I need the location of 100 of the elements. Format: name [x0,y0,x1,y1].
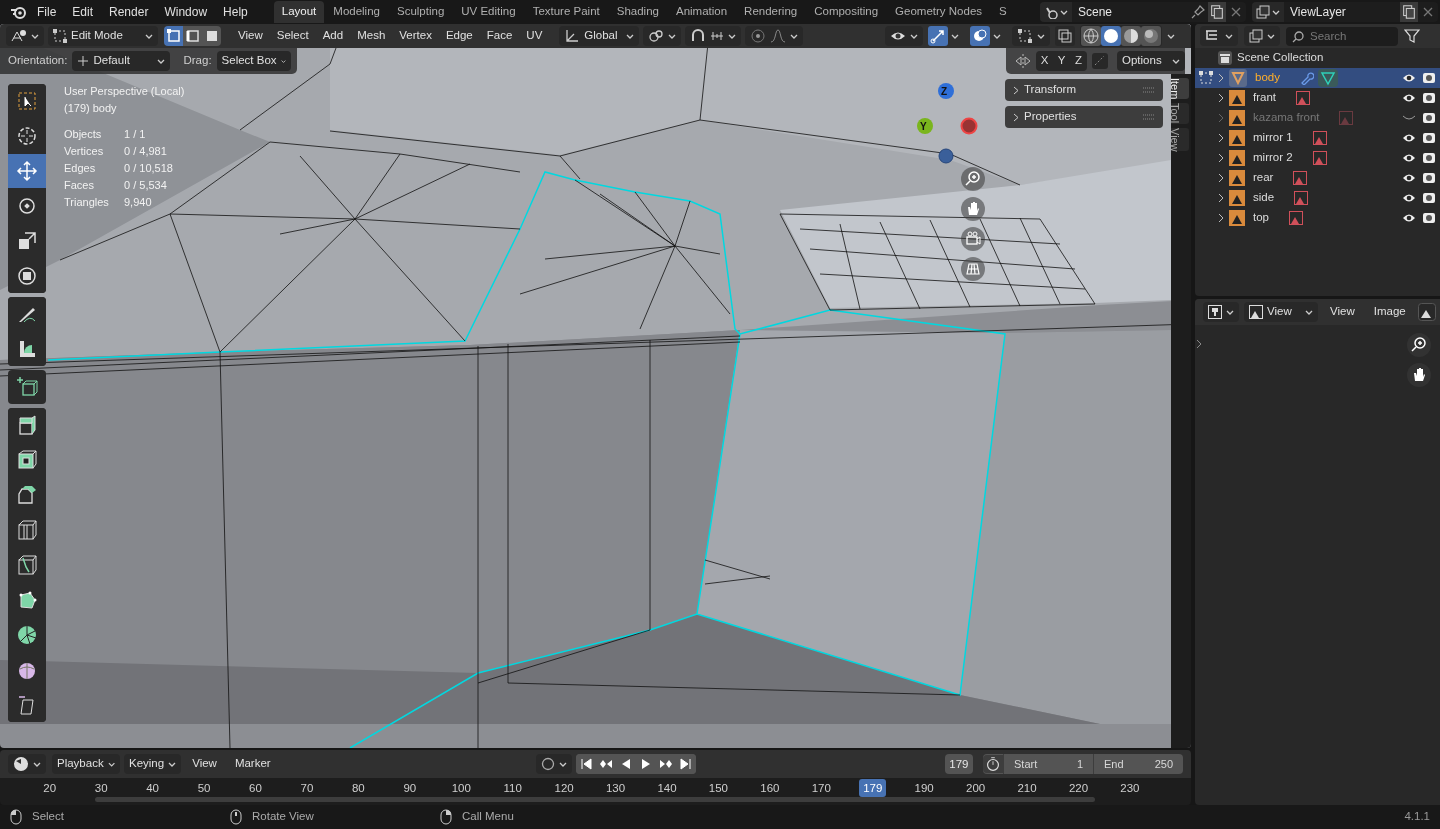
editor-type-button[interactable] [8,754,46,774]
menu-item[interactable]: View [231,26,270,46]
editor-type-button[interactable] [1200,26,1238,46]
workspace-tab[interactable]: Layout [273,1,325,23]
panel-header[interactable]: Transform [1005,79,1163,101]
menu-item[interactable]: Edge [438,26,480,46]
zoom-icon[interactable] [1406,333,1431,357]
menu-dropdown[interactable]: Playback [52,754,120,774]
start-frame-field[interactable]: Start 1 [1003,754,1093,774]
menu-item[interactable]: Mesh [350,26,393,46]
mode-dropdown[interactable]: Edit Mode [48,26,158,46]
wrench-icon[interactable] [1299,71,1314,85]
menu-item[interactable]: File [29,1,65,23]
overlays-icon[interactable] [970,26,990,46]
outliner-row[interactable]: mirror 2 [1195,148,1440,168]
eye-icon[interactable] [1401,72,1416,84]
side-tab[interactable]: View [1171,127,1189,152]
current-frame-field[interactable]: 179 [944,754,973,774]
display-mode-dropdown[interactable] [1244,26,1280,46]
select-mode-button[interactable] [183,26,202,46]
menu-item[interactable]: Edit [64,1,102,23]
axis-x-handle[interactable] [960,117,978,135]
edit-mode-icon[interactable] [1199,71,1213,85]
orientation-dropdown[interactable]: Global [559,26,640,46]
eye-icon[interactable] [1401,192,1416,204]
eye-icon[interactable] [1401,172,1416,184]
camera-icon[interactable] [1421,192,1436,204]
outliner-row[interactable]: body [1195,68,1440,88]
visibility-dropdown[interactable] [885,26,923,46]
workspace-tab[interactable]: Shading [608,1,667,23]
mesh-overlays-dropdown[interactable] [1012,26,1050,46]
snap-dropdown[interactable] [685,26,742,46]
outliner-row[interactable]: side [1195,188,1440,208]
hand-icon[interactable] [1406,363,1431,387]
workspace-tab[interactable]: Modeling [325,1,388,23]
playhead[interactable]: 179 [859,779,887,797]
options-dropdown[interactable]: Options [1117,51,1185,71]
hand-icon[interactable] [961,197,985,221]
mesh-data-icon[interactable] [1317,69,1338,87]
close-icon[interactable] [1421,5,1435,19]
xray-icon[interactable] [1055,26,1075,46]
camera-icon[interactable] [1421,112,1436,124]
menu-item[interactable]: Face [479,26,520,46]
auto-keying-button[interactable] [535,754,572,774]
object-name[interactable]: mirror 2 [1253,149,1293,167]
workspace-tab[interactable]: Geometry Nodes [887,1,991,23]
pin-icon[interactable] [1190,4,1206,20]
view-mode-dropdown[interactable]: View [1244,302,1318,322]
workspace-tab[interactable]: Animation [667,1,736,23]
eye-icon[interactable] [1401,132,1416,144]
menu-item[interactable]: Marker [227,754,278,774]
filter-icon[interactable] [1404,28,1420,44]
workspace-tab[interactable]: Compositing [806,1,887,23]
jump-end-icon[interactable] [678,757,693,771]
pivot-dropdown[interactable] [643,26,682,46]
workspace-tab[interactable]: UV Editing [453,1,524,23]
image-stack-menu-button[interactable] [1252,2,1284,22]
search-field[interactable]: Search [1286,26,1398,46]
camera-icon[interactable] [1421,132,1436,144]
object-name[interactable]: body [1255,69,1280,87]
menu-item[interactable]: Vertex [392,26,439,46]
menu-item[interactable]: View [1323,302,1362,322]
orientation-default-dropdown[interactable]: Default [72,51,171,71]
end-frame-field[interactable]: End 250 [1093,754,1183,774]
menu-dropdown[interactable]: Keying [124,754,182,774]
shading-mode-button[interactable] [1141,26,1161,46]
axis-z-handle[interactable] [937,82,955,100]
editor-type-button[interactable] [6,26,44,46]
axis-toggle[interactable]: X [1036,51,1053,71]
menu-item[interactable]: Window [156,1,216,23]
logo-icon[interactable] [10,4,26,20]
menu-item[interactable]: Add [315,26,351,46]
copy-icon[interactable] [1208,2,1226,22]
eye-icon[interactable] [1401,152,1416,164]
menu-item[interactable]: Image [1366,302,1413,322]
jump-start-icon[interactable] [578,757,593,771]
tool-button[interactable] [8,154,46,188]
workspace-tab[interactable]: Sculpting [388,1,453,23]
side-tab[interactable]: Item [1171,78,1189,100]
previous-keyframe-icon[interactable] [598,757,613,771]
menu-item[interactable]: Help [215,1,256,23]
camera-icon[interactable] [1421,212,1436,224]
eye-icon[interactable] [1401,92,1416,104]
object-name[interactable]: top [1253,209,1269,227]
eye-icon[interactable] [1401,212,1416,224]
menu-item[interactable]: View [185,754,224,774]
workspace-tab[interactable]: S [991,1,1015,23]
close-icon[interactable] [1229,5,1243,19]
workspace-tab[interactable]: Rendering [736,1,806,23]
shading-mode-button[interactable] [1101,26,1121,46]
camera-icon[interactable] [1421,172,1436,184]
proportional-edit-dropdown[interactable] [745,26,804,46]
menu-item[interactable]: Render [101,1,157,23]
camera-icon[interactable] [1421,152,1436,164]
gizmo-toggle-icon[interactable] [928,26,948,46]
scene-menu-button[interactable] [1040,2,1072,22]
menu-item[interactable]: Select [269,26,316,46]
panel-header[interactable]: Properties [1005,106,1163,128]
camera-icon[interactable] [1421,92,1436,104]
next-keyframe-icon[interactable] [658,757,673,771]
